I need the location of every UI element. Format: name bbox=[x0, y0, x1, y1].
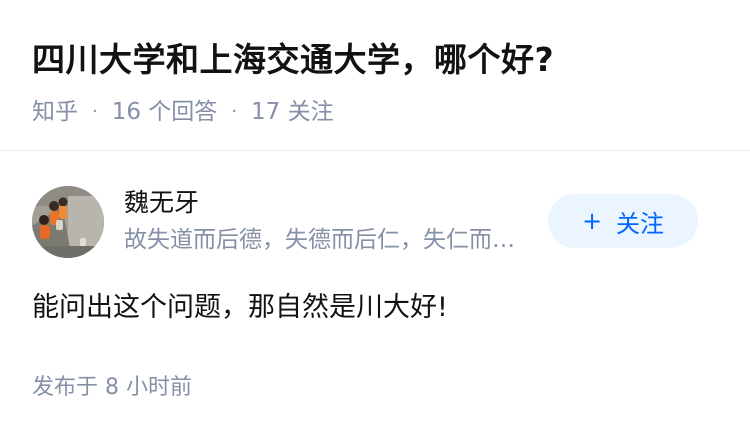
answer-content[interactable]: 能问出这个问题，那自然是川大好! bbox=[32, 288, 726, 328]
publish-time: 发布于 8 小时前 bbox=[32, 375, 192, 400]
author-row: 魏无牙 故失道而后德，失德而后仁，失仁而后义，失义而后礼 + 关注 bbox=[32, 186, 698, 260]
plus-icon: + bbox=[581, 207, 603, 235]
section-divider bbox=[0, 150, 750, 151]
avatar-photo-icon bbox=[32, 186, 104, 258]
source-label[interactable]: 知乎 bbox=[32, 96, 78, 128]
question-meta: 知乎 · 16 个回答 · 17 关注 bbox=[32, 96, 726, 128]
question-header: 四川大学和上海交通大学，哪个好? 知乎 · 16 个回答 · 17 关注 bbox=[32, 34, 726, 128]
meta-separator: · bbox=[92, 101, 98, 122]
author-avatar[interactable] bbox=[32, 186, 104, 258]
answer-page: 四川大学和上海交通大学，哪个好? 知乎 · 16 个回答 · 17 关注 魏无牙… bbox=[0, 0, 750, 438]
author-info: 魏无牙 故失道而后德，失德而后仁，失仁而后义，失义而后礼 bbox=[124, 186, 544, 256]
author-name[interactable]: 魏无牙 bbox=[124, 186, 544, 220]
author-bio: 故失道而后德，失德而后仁，失仁而后义，失义而后礼 bbox=[124, 227, 536, 253]
answers-count[interactable]: 16 个回答 bbox=[112, 96, 218, 128]
follow-button-label: 关注 bbox=[616, 209, 665, 238]
meta-separator: · bbox=[231, 101, 238, 122]
followers-count: 17 关注 bbox=[251, 99, 334, 125]
question-title[interactable]: 四川大学和上海交通大学，哪个好? bbox=[32, 34, 726, 86]
follow-button[interactable]: + 关注 bbox=[548, 194, 698, 248]
